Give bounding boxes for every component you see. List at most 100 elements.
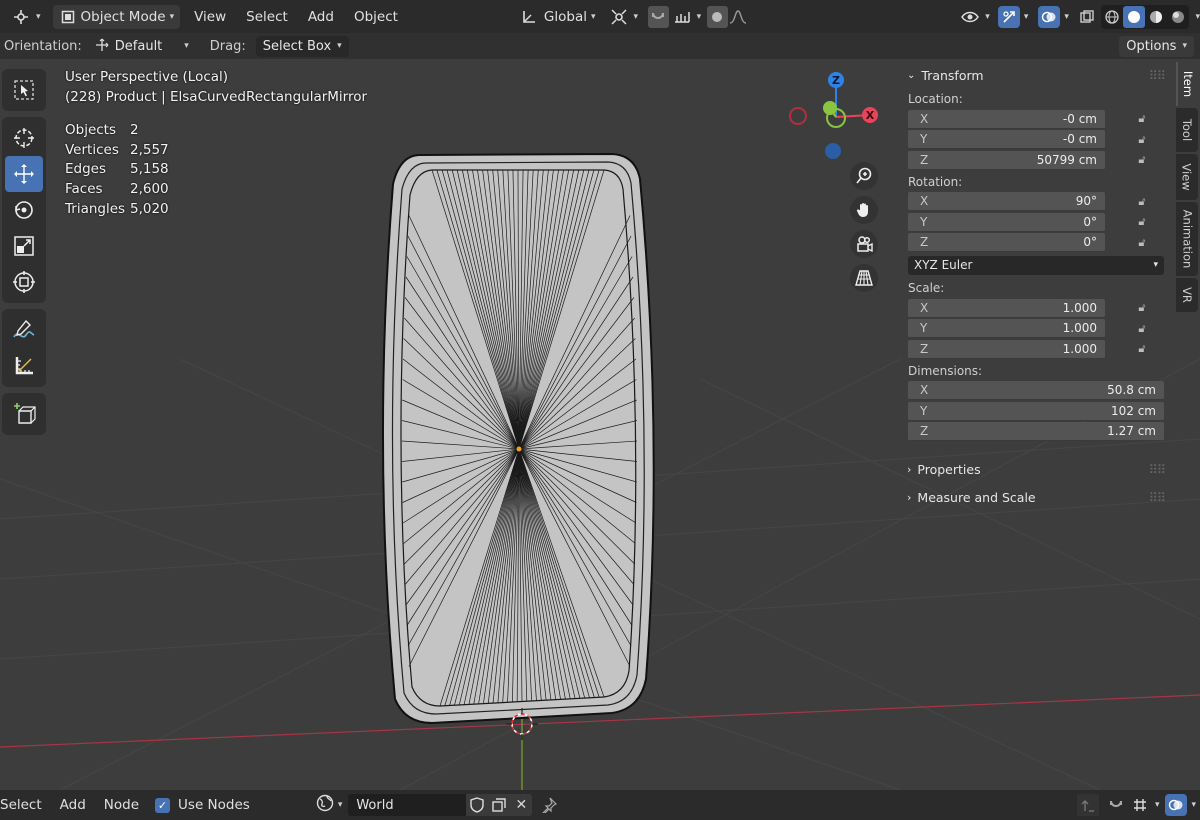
pin-icon[interactable] [538,794,560,816]
drag-grip-icon[interactable]: ⠿⠿ [1149,490,1166,505]
menu-node[interactable]: Node [98,793,145,817]
stat-label: Objects [65,121,117,138]
eye-icon [959,6,981,28]
scale-tool-icon[interactable] [5,228,43,264]
view-perspective-label: User Perspective (Local) [65,69,229,85]
xray-toggle-icon[interactable] [1077,6,1098,28]
tab-tool[interactable]: Tool [1176,108,1198,152]
overlays-bottom-dropdown[interactable]: ▾ [1161,793,1200,817]
rotation-x-field[interactable]: X 90° [908,192,1105,212]
lock-icon[interactable]: 🔓︎ [1129,322,1155,336]
tab-view[interactable]: View [1176,154,1198,200]
neg-x-handle[interactable] [789,107,807,125]
tab-item[interactable]: Item [1176,62,1198,106]
transform-orientation-dropdown[interactable]: Global ▾ [512,5,602,29]
location-z-field[interactable]: Z 50799 cm [908,150,1105,170]
visibility-dropdown[interactable]: ▾ [953,5,996,29]
pan-view-hand-icon[interactable] [850,196,878,224]
parent-tree-icon[interactable] [1076,794,1099,816]
dimensions-z-field[interactable]: Z 1.27 cm [908,422,1164,442]
navigation-gizmo[interactable]: Z X [784,67,894,167]
menu-add-bottom[interactable]: Add [54,793,92,817]
options-dropdown[interactable]: Options ▾ [1119,35,1194,57]
measure-tool-icon[interactable] [5,348,43,384]
fake-user-shield-icon[interactable] [466,794,489,816]
pivot-point-dropdown[interactable]: ▾ [602,5,645,29]
rotation-mode-row: XYZ Euler ▾ [901,253,1171,277]
menu-add[interactable]: Add [302,5,340,29]
shading-options-chevron-icon[interactable]: ▾ [1195,12,1200,22]
falloff-curve-icon[interactable] [728,6,749,28]
rotation-z-field[interactable]: Z 0° [908,233,1105,253]
move-tool-icon[interactable] [5,156,43,192]
overlays-dropdown[interactable]: ▾ [1036,5,1071,29]
material-shading-icon[interactable] [1145,6,1167,28]
measure-scale-panel-header[interactable]: › Measure and Scale ⠿⠿ [901,484,1171,510]
lock-icon[interactable]: 🔓︎ [1129,342,1155,356]
lock-icon[interactable]: 🔓︎ [1129,112,1155,126]
perspective-grid-icon[interactable] [850,264,878,292]
tab-animation[interactable]: Animation [1176,202,1198,276]
rotation-label: Rotation: [908,174,963,189]
drag-grip-icon[interactable]: ⠿⠿ [1149,68,1166,83]
use-nodes-checkbox[interactable]: ✓ Use Nodes [149,793,256,817]
gizmo-dropdown[interactable]: ▾ [996,5,1031,29]
lock-icon[interactable]: 🔓︎ [1129,301,1155,315]
select-box-tool-icon[interactable] [5,72,43,108]
menu-object[interactable]: Object [348,5,404,29]
properties-panel-header[interactable]: › Properties ⠿⠿ [901,456,1171,482]
rotate-tool-icon[interactable] [5,192,43,228]
proportional-edit-icon[interactable] [707,5,728,28]
neg-z-handle[interactable] [825,143,841,159]
zoom-view-button[interactable] [850,162,878,190]
transform-tool-icon[interactable] [5,264,43,300]
tab-vr[interactable]: VR [1176,278,1198,312]
menu-select[interactable]: Select [240,5,294,29]
rotation-mode-dropdown[interactable]: XYZ Euler ▾ [908,255,1164,275]
unlink-close-icon[interactable]: ✕ [510,794,533,816]
location-y-field[interactable]: Y -0 cm [908,130,1105,150]
orientation-dropdown[interactable]: Default ▾ [88,36,196,57]
editor-type-button[interactable]: ▾ [4,5,47,29]
lock-icon[interactable]: 🔓︎ [1129,195,1155,209]
snap-toggle-icon[interactable] [648,5,669,28]
cursor-tool-icon[interactable] [5,120,43,156]
camera-view-icon[interactable] [850,230,878,258]
lock-icon[interactable]: 🔓︎ [1129,133,1155,147]
transform-panel-header[interactable]: ⌄ Transform ⠿⠿ [901,62,1171,88]
lock-icon[interactable]: 🔓︎ [1129,153,1155,167]
snap-element-dropdown[interactable]: ▾ [1127,793,1162,817]
axis-label: Y [920,132,928,147]
scale-y-field[interactable]: Y 1.000 [908,319,1105,339]
snap-bottom-icon[interactable] [1105,794,1127,816]
y-axis-handle[interactable] [823,101,837,115]
drag-dropdown[interactable]: Select Box ▾ [255,35,349,57]
lock-icon[interactable]: 🔓︎ [1129,236,1155,250]
annotate-tool-icon[interactable] [5,312,43,348]
dimensions-x-field[interactable]: X 50.8 cm [908,381,1164,401]
scale-x-field[interactable]: X 1.000 [908,298,1105,318]
snap-target-dropdown[interactable]: ▾ [669,5,704,29]
mode-dropdown[interactable]: Object Mode ▾ [52,4,181,29]
axis-label: X [920,111,929,126]
scale-z-field[interactable]: Z 1.000 [908,339,1105,359]
x-axis-label: X [866,109,875,122]
dimensions-y-field[interactable]: Y 102 cm [908,401,1164,421]
stat-value: 5,020 [130,201,169,218]
lock-icon[interactable]: 🔓︎ [1129,215,1155,229]
duplicate-datablock-icon[interactable] [488,794,511,816]
world-datablock-field[interactable]: World [348,794,467,816]
drag-grip-icon[interactable]: ⠿⠿ [1149,462,1166,477]
rotation-y-field[interactable]: Y 0° [908,212,1105,232]
rendered-shading-icon[interactable] [1167,6,1189,28]
wireframe-shading-icon[interactable] [1101,6,1123,28]
3d-viewport[interactable]: User Perspective (Local) (228) Product |… [0,59,1200,790]
menu-view[interactable]: View [188,5,232,29]
sidebar-n-panel: ⌄ Transform ⠿⠿ Location: X -0 cm 🔓︎ Y -0 c… [901,62,1171,522]
menu-select-bottom[interactable]: Select [0,793,48,817]
location-x-field[interactable]: X -0 cm [908,109,1105,129]
world-name: World [356,797,394,813]
world-type-dropdown[interactable]: ▾ [310,793,349,817]
solid-shading-icon[interactable] [1123,5,1146,28]
add-cube-tool-icon[interactable] [5,396,43,432]
